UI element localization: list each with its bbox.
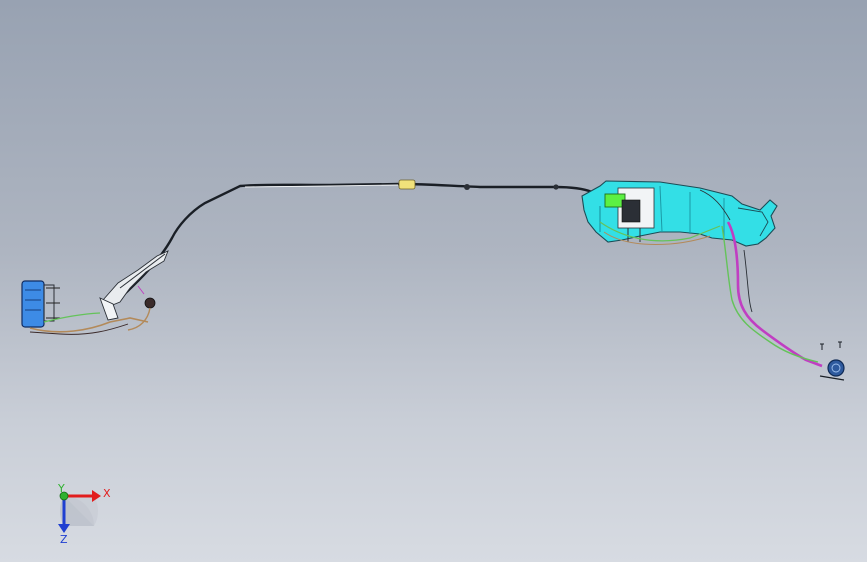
cable-run [117, 182, 593, 301]
pedal-knob[interactable] [144, 297, 156, 309]
z-axis-arrowhead [58, 524, 70, 533]
cad-viewport[interactable]: X Y Z [0, 0, 867, 562]
x-axis-label: X [103, 487, 111, 500]
cable-clip[interactable] [553, 184, 559, 190]
drop-harness[interactable] [721, 221, 845, 381]
orientation-triad[interactable]: X Y Z [57, 482, 111, 546]
fastener-clip [838, 341, 842, 348]
z-axis-label: Z [60, 533, 68, 546]
lever-spring [137, 285, 145, 295]
control-box[interactable] [21, 280, 45, 328]
grommet-wire [819, 375, 845, 381]
harness-dark [743, 249, 753, 313]
grommet[interactable] [827, 359, 845, 377]
main-cable[interactable] [117, 179, 593, 301]
module-housing [621, 199, 641, 223]
right-bracket-assembly[interactable] [581, 180, 778, 247]
x-axis-arrowhead [92, 490, 101, 502]
left-box-assembly[interactable] [21, 250, 169, 335]
lever-arm [119, 253, 166, 289]
fastener-clip [820, 343, 824, 350]
y-axis-label: Y [57, 482, 65, 495]
cable-clip[interactable] [464, 184, 470, 190]
cable-assembly-model[interactable]: X Y Z [0, 0, 867, 562]
box-wire-dark [29, 323, 129, 335]
cable-yellow-connector[interactable] [398, 179, 416, 190]
